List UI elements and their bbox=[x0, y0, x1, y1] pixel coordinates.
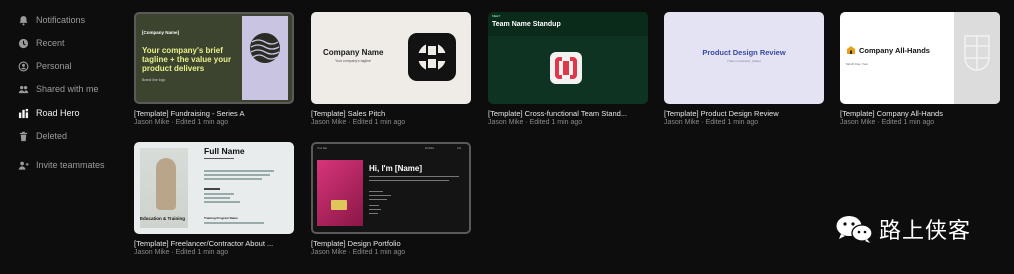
thumb-program-label: Training Program Name bbox=[204, 216, 238, 220]
user-circle-icon bbox=[18, 61, 29, 72]
card-subtitle: Jason Mike · Edited 1 min ago bbox=[840, 119, 935, 126]
wechat-icon bbox=[836, 216, 873, 243]
thumb-company-name: Company Name bbox=[323, 48, 384, 57]
add-user-icon bbox=[18, 160, 29, 171]
card-subtitle: Jason Mike · Edited 1 min ago bbox=[311, 119, 406, 126]
thumb-text-line bbox=[369, 199, 387, 201]
thumb-text-line bbox=[369, 180, 449, 182]
thumb-label: MEET bbox=[492, 14, 501, 18]
thumb-text-line bbox=[204, 188, 220, 190]
sidebar-item-label: Notifications bbox=[36, 15, 86, 25]
thumb-tagline: Your company's tagline bbox=[335, 59, 371, 63]
card-title[interactable]: [Template] Cross-functional Team Stand..… bbox=[488, 109, 663, 118]
template-card-product-design-review[interactable]: Product Design Review [Team members] · [… bbox=[664, 12, 824, 130]
thumb-company-name: [Company Name] bbox=[142, 30, 180, 35]
thumb-text-line bbox=[369, 213, 378, 215]
template-card-fundraising[interactable]: [Company Name] Your company's brief tagl… bbox=[134, 12, 294, 130]
watermark-text: 路上侠客 bbox=[879, 219, 972, 244]
card-thumbnail[interactable]: MEET Team Name Standup bbox=[488, 12, 648, 104]
thumb-heading-row: Company All-Hands bbox=[846, 45, 930, 55]
thumb-person-figure bbox=[156, 158, 176, 210]
standup-logo-icon bbox=[550, 52, 582, 84]
card-title[interactable]: [Template] Product Design Review bbox=[664, 109, 839, 118]
thumb-text-line bbox=[369, 191, 383, 193]
card-title[interactable]: [Template] Design Portfolio bbox=[311, 239, 486, 248]
trash-icon bbox=[18, 131, 29, 142]
thumb-text-line bbox=[204, 170, 274, 172]
sidebar-item-label: Shared with me bbox=[36, 84, 99, 94]
thumb-text-line bbox=[369, 209, 381, 211]
thumb-subheading: Month Day, Year bbox=[846, 62, 868, 66]
sidebar-item-road-hero[interactable]: Road Hero bbox=[18, 104, 80, 122]
thumb-section-label: Education & Training bbox=[140, 216, 186, 221]
sidebar-item-deleted[interactable]: Deleted bbox=[18, 127, 67, 145]
thumb-text-line bbox=[204, 178, 262, 180]
people-icon bbox=[18, 84, 29, 95]
thumb-text-line bbox=[369, 205, 379, 207]
thumb-side-panel bbox=[954, 12, 1000, 104]
card-thumbnail[interactable]: Product Design Review [Team members] · [… bbox=[664, 12, 824, 104]
template-card-freelancer-about[interactable]: Education & Training Full Name Training … bbox=[134, 142, 294, 260]
card-title[interactable]: [Template] Fundraising - Series A bbox=[134, 109, 309, 118]
card-subtitle: Jason Mike · Edited 1 min ago bbox=[311, 249, 406, 256]
card-title[interactable]: [Template] Freelancer/Contractor About .… bbox=[134, 239, 309, 248]
card-subtitle: Jason Mike · Edited 1 min ago bbox=[134, 119, 229, 126]
watermark: 路上侠客 bbox=[835, 214, 971, 244]
building-icon bbox=[847, 46, 855, 54]
card-thumbnail[interactable]: Company Name Your company's tagline bbox=[311, 12, 471, 104]
template-card-company-all-hands[interactable]: Company All-Hands Month Day, Year [Templ… bbox=[840, 12, 1000, 130]
wave-circle-icon bbox=[250, 33, 280, 63]
template-card-team-standup[interactable]: MEET Team Name Standup [Template] Cross-… bbox=[488, 12, 648, 130]
sidebar-item-label: Road Hero bbox=[36, 108, 80, 118]
card-thumbnail[interactable]: Education & Training Full Name Training … bbox=[134, 142, 294, 234]
sidebar-item-shared-with-me[interactable]: Shared with me bbox=[18, 80, 99, 98]
sidebar-item-personal[interactable]: Personal bbox=[18, 57, 72, 75]
thumb-heading: Hi, I'm [Name] bbox=[369, 164, 423, 173]
sidebar-item-invite-teammates[interactable]: Invite teammates bbox=[18, 156, 105, 174]
sidebar-item-recent[interactable]: Recent bbox=[18, 34, 65, 52]
bell-icon bbox=[18, 15, 29, 26]
sidebar-item-notifications[interactable]: Notifications bbox=[18, 11, 85, 29]
sidebar: Notifications Recent Personal Shared wit… bbox=[0, 0, 128, 274]
thumb-nav-right: Info bbox=[457, 147, 462, 150]
company-logo-icon bbox=[408, 33, 456, 81]
thumb-photo bbox=[317, 160, 363, 226]
thumb-text-line bbox=[369, 195, 391, 197]
thumb-nav-left: Your Site bbox=[317, 147, 328, 150]
card-subtitle: Jason Mike · Edited 1 min ago bbox=[134, 249, 229, 256]
card-subtitle: Jason Mike · Edited 1 min ago bbox=[664, 119, 759, 126]
thumb-heading: Product Design Review bbox=[702, 48, 786, 57]
clock-icon bbox=[18, 38, 29, 49]
sidebar-item-label: Personal bbox=[36, 61, 72, 71]
thumb-heading: Company All-Hands bbox=[859, 45, 930, 55]
thumb-nav-mid: Portfolio bbox=[425, 147, 435, 150]
thumb-text-line bbox=[204, 158, 234, 160]
thumb-text-line bbox=[204, 222, 264, 224]
laptop-icon bbox=[331, 200, 347, 210]
template-card-sales-pitch[interactable]: Company Name Your company's tagline [Tem… bbox=[311, 12, 471, 130]
thumb-heading: Team Name Standup bbox=[492, 21, 561, 28]
thumb-side-panel bbox=[242, 16, 288, 100]
thumb-text-line bbox=[369, 176, 459, 178]
card-thumbnail[interactable]: [Company Name] Your company's brief tagl… bbox=[134, 12, 294, 104]
thumb-text-line bbox=[204, 193, 234, 195]
card-subtitle: Jason Mike · Edited 1 min ago bbox=[488, 119, 583, 126]
sidebar-item-label: Recent bbox=[36, 38, 65, 48]
thumb-footer: Brand line logo bbox=[142, 78, 166, 82]
thumb-heading: Full Name bbox=[204, 146, 245, 156]
arch-logo-icon bbox=[964, 35, 990, 71]
thumb-subheading: [Team members] · [Date] bbox=[727, 59, 761, 63]
thumb-text-line bbox=[204, 197, 230, 199]
card-thumbnail[interactable]: Company All-Hands Month Day, Year bbox=[840, 12, 1000, 104]
thumb-tagline: Your company's brief tagline + the value… bbox=[142, 46, 232, 73]
template-card-design-portfolio[interactable]: Your Site Portfolio Info Hi, I'm [Name] … bbox=[311, 142, 471, 260]
thumb-text-line bbox=[204, 201, 240, 203]
thumb-text-line bbox=[204, 174, 270, 176]
team-icon bbox=[18, 108, 29, 119]
card-thumbnail[interactable]: Your Site Portfolio Info Hi, I'm [Name] bbox=[311, 142, 471, 234]
card-title[interactable]: [Template] Company All-Hands bbox=[840, 109, 1014, 118]
sidebar-item-label: Deleted bbox=[36, 131, 68, 141]
card-title[interactable]: [Template] Sales Pitch bbox=[311, 109, 486, 118]
sidebar-item-label: Invite teammates bbox=[36, 160, 105, 170]
